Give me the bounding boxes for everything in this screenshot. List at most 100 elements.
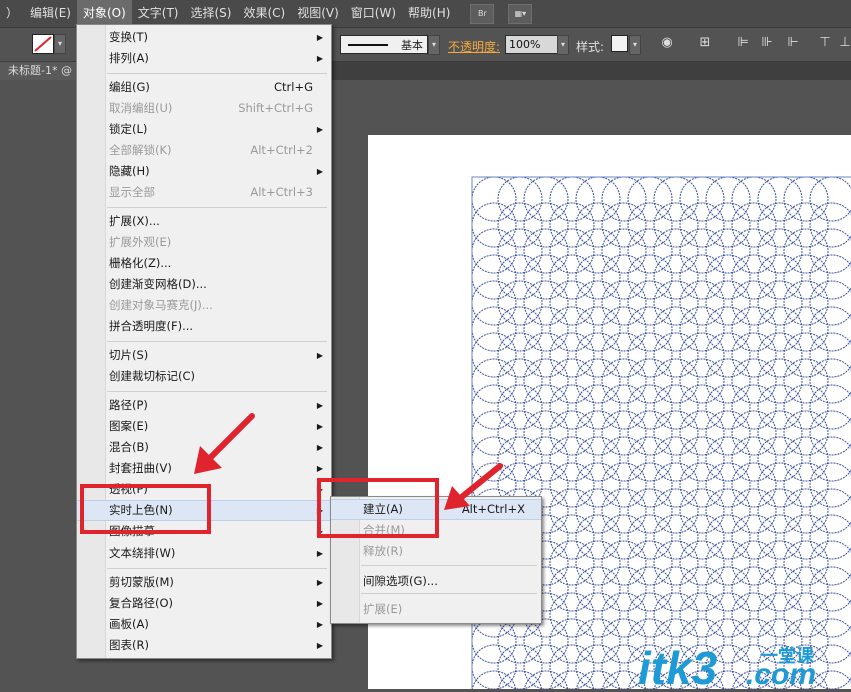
fill-swatch[interactable] — [32, 34, 54, 54]
circle-shape — [497, 254, 543, 300]
circle-shape — [731, 436, 777, 482]
submenu-arrow-icon: ▶ — [316, 125, 323, 134]
menu-file-partial[interactable]: ） — [0, 0, 24, 27]
circle-shape — [757, 514, 803, 560]
object-menu-item: 创建对象马赛克(J)... — [77, 295, 331, 316]
document-tab[interactable]: 未标题-1* @ — [0, 62, 80, 80]
circle-shape — [783, 280, 829, 326]
object-menu-item[interactable]: 排列(A) ▶ — [77, 48, 331, 69]
circle-shape — [575, 644, 621, 690]
menu-item-label: 图表(R) — [109, 638, 149, 652]
object-menu-item[interactable]: 隐藏(H) ▶ — [77, 161, 331, 182]
object-menu-item[interactable]: 切片(S) ▶ — [77, 345, 331, 366]
object-menu-item[interactable]: 画板(A) ▶ — [77, 614, 331, 635]
circle-shape — [705, 306, 751, 352]
circle-shape — [757, 566, 803, 612]
circle-shape — [809, 176, 851, 222]
graphic-style-swatch[interactable] — [611, 35, 628, 52]
circle-shape — [471, 254, 517, 300]
circle-shape — [601, 306, 647, 352]
menu-object[interactable]: 对象(O) — [76, 0, 132, 27]
circle-shape — [627, 358, 673, 404]
object-menu-item[interactable]: 编组(G) Ctrl+G — [77, 77, 331, 98]
circle-shape — [575, 358, 621, 404]
align-right-icon[interactable]: ⊩ — [786, 36, 800, 50]
circle-shape — [809, 254, 851, 300]
menu-type[interactable]: 文字(T) — [132, 0, 185, 27]
circle-shape — [679, 540, 725, 586]
style-dropdown-arrow[interactable]: ▾ — [629, 35, 641, 55]
circle-shape — [523, 306, 569, 352]
circle-shape — [627, 540, 673, 586]
object-menu-item[interactable]: 拼合透明度(F)... — [77, 316, 331, 337]
circle-shape — [783, 384, 829, 430]
menu-view[interactable]: 视图(V) — [291, 0, 345, 27]
align-top-icon[interactable]: ⊤ — [818, 36, 832, 50]
align-to-icon[interactable]: ⊞ — [698, 36, 712, 50]
menu-separator — [361, 593, 537, 594]
opacity-label[interactable]: 不透明度: — [448, 38, 500, 55]
align-middle-icon[interactable]: ⊥ — [838, 36, 851, 50]
circle-shape — [575, 488, 621, 534]
object-menu-item[interactable]: 复合路径(O) ▶ — [77, 593, 331, 614]
recolor-icon[interactable]: ◉ — [660, 36, 674, 50]
stroke-profile-select[interactable]: 基本 — [340, 35, 428, 54]
circle-shape — [783, 332, 829, 378]
circle-shape — [705, 462, 751, 508]
circle-shape — [757, 254, 803, 300]
circle-shape — [653, 488, 699, 534]
stroke-dropdown-arrow[interactable]: ▾ — [428, 35, 440, 55]
circle-shape — [627, 176, 673, 222]
align-left-icon[interactable]: ⊫ — [736, 36, 750, 50]
submenu-arrow-icon: ▶ — [316, 443, 323, 452]
align-center-icon[interactable]: ⊪ — [760, 36, 774, 50]
red-arrow-icon-2 — [444, 463, 503, 510]
object-menu-item[interactable]: 图表(R) ▶ — [77, 635, 331, 656]
object-menu-item[interactable]: 创建裁切标记(C) — [77, 366, 331, 387]
circle-shape — [731, 280, 777, 326]
fill-dropdown-arrow[interactable]: ▾ — [54, 34, 66, 54]
circle-shape — [731, 592, 777, 638]
menu-item-shortcut: Alt+Ctrl+2 — [250, 143, 313, 157]
object-menu-item[interactable]: 扩展(X)... — [77, 211, 331, 232]
menu-window[interactable]: 窗口(W) — [345, 0, 402, 27]
circle-shape — [523, 254, 569, 300]
object-menu-item[interactable]: 锁定(L) ▶ — [77, 119, 331, 140]
circle-shape — [653, 514, 699, 560]
circle-shape — [757, 176, 803, 222]
menu-item-label: 隐藏(H) — [109, 164, 150, 178]
menu-item-label: 扩展(E) — [363, 602, 403, 616]
circle-shape — [809, 436, 851, 482]
menu-edit[interactable]: 编辑(E) — [24, 0, 77, 27]
circle-shape — [549, 176, 595, 222]
menu-item-shortcut: Alt+Ctrl+3 — [250, 185, 313, 199]
circle-shape — [497, 332, 543, 378]
opacity-input[interactable]: 100% — [505, 35, 560, 54]
arrange-documents-icon[interactable]: ▦▾ — [508, 3, 533, 24]
circle-shape — [575, 462, 621, 508]
circle-shape — [523, 644, 569, 690]
menu-separator — [107, 73, 327, 74]
circle-shape — [549, 618, 595, 664]
circle-shape — [601, 592, 647, 638]
object-menu-item[interactable]: 文本绕排(W) ▶ — [77, 543, 331, 564]
menu-select[interactable]: 选择(S) — [184, 0, 237, 27]
object-menu-item[interactable]: 变换(T) ▶ — [77, 27, 331, 48]
circle-shape — [601, 436, 647, 482]
object-menu-item[interactable]: 创建渐变网格(D)... — [77, 274, 331, 295]
circle-shape — [705, 202, 751, 248]
menu-help[interactable]: 帮助(H) — [402, 0, 456, 27]
menu-effect[interactable]: 效果(C) — [237, 0, 291, 27]
object-menu-item[interactable]: 剪切蒙版(M) ▶ — [77, 572, 331, 593]
circle-shape — [471, 618, 517, 664]
object-menu-item[interactable]: 栅格化(Z)... — [77, 253, 331, 274]
opacity-dropdown-arrow[interactable]: ▾ — [557, 35, 569, 55]
circle-shape — [601, 358, 647, 404]
bridge-icon[interactable]: Br — [470, 3, 495, 24]
circle-shape — [523, 332, 569, 378]
circle-shape — [705, 176, 751, 222]
object-menu-item: 扩展外观(E) — [77, 232, 331, 253]
circle-shape — [575, 592, 621, 638]
circle-shape — [679, 462, 725, 508]
live-paint-menu-item[interactable]: 间隙选项(G)... — [331, 571, 541, 592]
